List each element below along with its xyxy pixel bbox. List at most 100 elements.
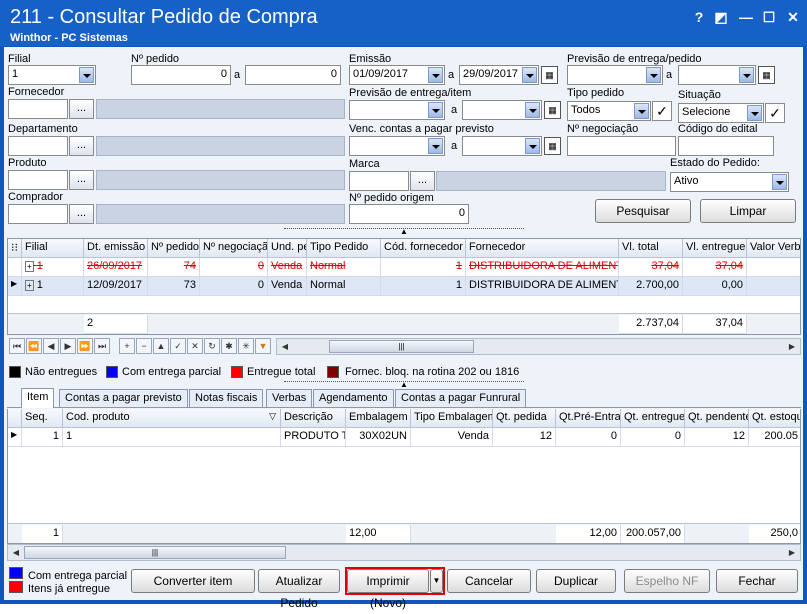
delete-icon[interactable]: −: [136, 338, 152, 354]
produto-search-button[interactable]: ...: [69, 170, 94, 190]
tab-contas-funrural[interactable]: Contas a pagar Funrural: [395, 389, 527, 407]
splitter-handle[interactable]: ▲: [284, 228, 524, 236]
cancel-edit-icon[interactable]: ✕: [187, 338, 203, 354]
col-header[interactable]: Embalagem: [346, 409, 411, 428]
maximize-button[interactable]: ☐: [760, 8, 778, 26]
espelho-nf-button[interactable]: Espelho NF: [624, 569, 710, 593]
chevron-down-icon[interactable]: [428, 102, 443, 118]
col-header[interactable]: Nº pedido: [148, 239, 200, 258]
duplicar-button[interactable]: Duplicar: [536, 569, 616, 593]
scroll-right-icon[interactable]: ▶: [785, 546, 799, 559]
comprador-search-button[interactable]: ...: [69, 204, 94, 224]
close-button[interactable]: ✕: [784, 8, 802, 26]
expand-icon[interactable]: +: [25, 280, 34, 291]
tab-contas-pagar[interactable]: Contas a pagar previsto: [59, 389, 188, 407]
prev-entrega-item-to[interactable]: [462, 100, 542, 120]
chevron-down-icon[interactable]: [634, 103, 649, 119]
splitter-handle[interactable]: ▲: [284, 381, 524, 389]
fechar-button[interactable]: Fechar: [716, 569, 798, 593]
npedido-from-input[interactable]: 0: [131, 65, 231, 85]
cod-edital-input[interactable]: [678, 136, 774, 156]
tab-agendamento[interactable]: Agendamento: [313, 389, 394, 407]
insert-icon[interactable]: +: [119, 338, 135, 354]
asterisk-icon[interactable]: ✱: [221, 338, 237, 354]
prev-entrega-pedido-to[interactable]: [678, 65, 756, 85]
calendar-icon[interactable]: ▦: [758, 66, 775, 84]
tab-item[interactable]: Item: [21, 388, 55, 408]
items-hscroll[interactable]: ◀ ||| ▶: [7, 544, 801, 561]
minimize-button[interactable]: —: [737, 8, 755, 26]
fornecedor-search-button[interactable]: ...: [69, 99, 94, 119]
pesquisar-button[interactable]: Pesquisar: [595, 199, 691, 223]
col-header[interactable]: Cód. fornecedor: [381, 239, 466, 258]
marca-input[interactable]: [349, 171, 409, 191]
filter-icon[interactable]: ▼: [255, 338, 271, 354]
last-icon[interactable]: ⏭: [94, 338, 110, 354]
col-header[interactable]: Cod. produto ▽: [63, 409, 281, 428]
filial-select[interactable]: 1: [8, 65, 96, 85]
npedido-origem-input[interactable]: 0: [349, 204, 469, 224]
col-header[interactable]: Qt.Pré-Entra: [556, 409, 621, 428]
limpar-button[interactable]: Limpar: [700, 199, 796, 223]
post-icon[interactable]: ✓: [170, 338, 186, 354]
scroll-thumb[interactable]: |||: [24, 546, 286, 559]
col-header[interactable]: Descrição: [281, 409, 346, 428]
nnegociacao-input[interactable]: [567, 136, 676, 156]
scroll-left-icon[interactable]: ◀: [9, 546, 23, 559]
imprimir-dropdown-icon[interactable]: ▼: [430, 569, 443, 593]
chevron-down-icon[interactable]: [428, 138, 443, 154]
col-header[interactable]: Qt. pedida: [493, 409, 556, 428]
col-header[interactable]: Und. pe: [268, 239, 307, 258]
next-page-icon[interactable]: ⏩: [77, 338, 93, 354]
comprador-input[interactable]: [8, 204, 68, 224]
col-header[interactable]: Nº negociação: [200, 239, 268, 258]
next-icon[interactable]: ▶: [60, 338, 76, 354]
prev-entrega-pedido-from[interactable]: [567, 65, 663, 85]
emissao-to-input[interactable]: 29/09/2017: [459, 65, 539, 85]
refresh-icon[interactable]: ↻: [204, 338, 220, 354]
snowflake-icon[interactable]: ✳: [238, 338, 254, 354]
chevron-down-icon[interactable]: [79, 67, 94, 83]
scroll-thumb[interactable]: |||: [329, 340, 474, 353]
col-header[interactable]: Seq.: [22, 409, 63, 428]
col-header[interactable]: Vl. entregue: [683, 239, 747, 258]
fornecedor-input[interactable]: [8, 99, 68, 119]
first-icon[interactable]: ⏮: [9, 338, 25, 354]
chevron-down-icon[interactable]: [525, 138, 540, 154]
col-header[interactable]: Qt. estoque: [749, 409, 800, 428]
edit-icon[interactable]: ▲: [153, 338, 169, 354]
calendar-icon[interactable]: ▦: [544, 101, 561, 119]
prev-icon[interactable]: ◀: [43, 338, 59, 354]
emissao-from-input[interactable]: 01/09/2017: [349, 65, 445, 85]
converter-item-button[interactable]: Converter item: [131, 569, 255, 593]
chevron-down-icon[interactable]: [739, 67, 754, 83]
col-header[interactable]: Filial: [22, 239, 84, 258]
col-header[interactable]: Dt. emissão: [84, 239, 148, 258]
filter-icon[interactable]: ▽: [269, 411, 276, 422]
npedido-to-input[interactable]: 0: [245, 65, 341, 85]
scroll-left-icon[interactable]: ◀: [278, 340, 292, 353]
col-header[interactable]: Vl. total: [619, 239, 683, 258]
col-header[interactable]: Valor Verba: [747, 239, 800, 258]
col-header[interactable]: Tipo Embalagem: [411, 409, 493, 428]
help-button[interactable]: ?: [690, 8, 708, 26]
produto-input[interactable]: [8, 170, 68, 190]
scroll-right-icon[interactable]: ▶: [785, 340, 799, 353]
check-icon[interactable]: ✓: [765, 103, 785, 123]
situacao-select[interactable]: Selecione: [678, 103, 764, 123]
col-header[interactable]: Tipo Pedido: [307, 239, 381, 258]
check-icon[interactable]: ✓: [652, 101, 672, 121]
expand-icon[interactable]: +: [25, 261, 34, 272]
tab-verbas[interactable]: Verbas: [266, 389, 313, 407]
chevron-down-icon[interactable]: [428, 67, 443, 83]
chevron-down-icon[interactable]: [747, 105, 762, 121]
departamento-input[interactable]: [8, 136, 68, 156]
departamento-search-button[interactable]: ...: [69, 136, 94, 156]
estado-select[interactable]: Ativo: [670, 172, 789, 192]
marca-search-button[interactable]: ...: [410, 171, 435, 191]
calendar-icon[interactable]: ▦: [544, 137, 561, 155]
chevron-down-icon[interactable]: [522, 67, 537, 83]
chevron-down-icon[interactable]: [772, 174, 787, 190]
venc-to[interactable]: [462, 136, 542, 156]
chevron-down-icon[interactable]: [646, 67, 661, 83]
